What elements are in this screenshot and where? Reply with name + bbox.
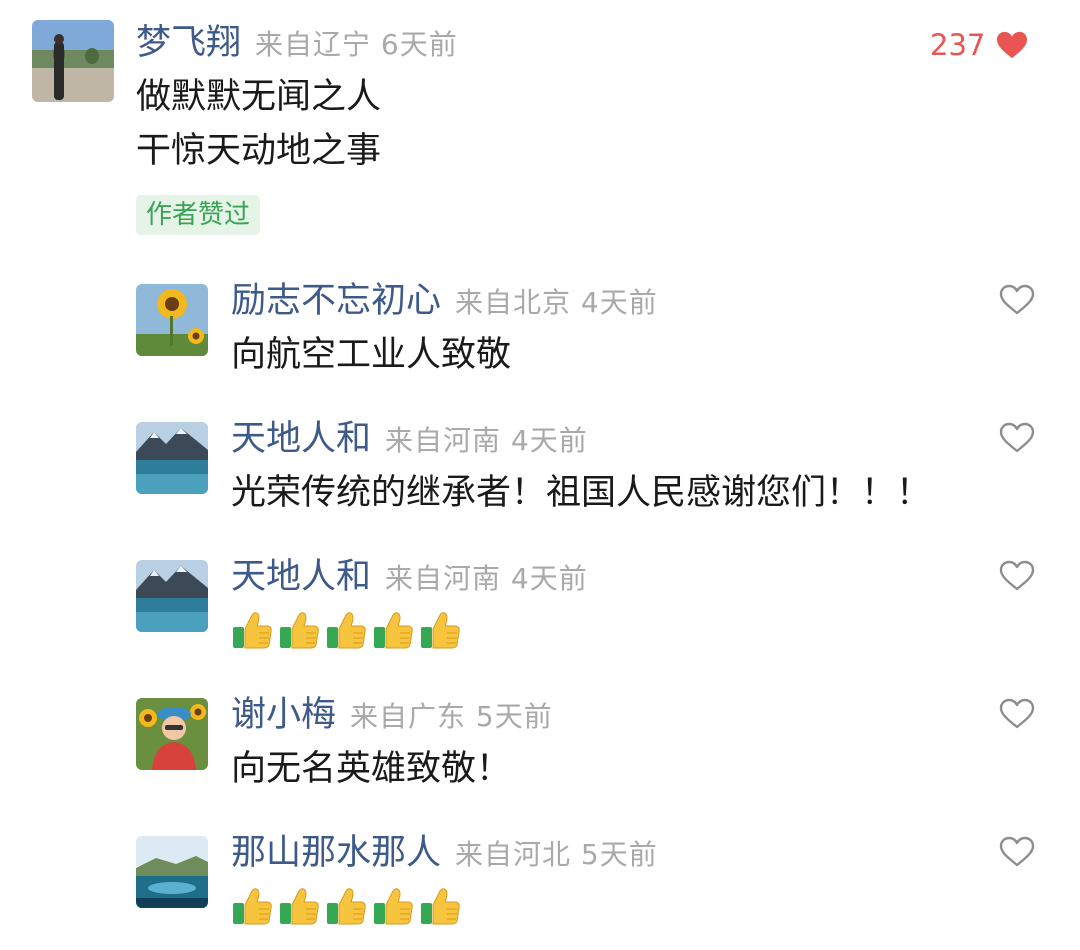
thumbs-up-icon — [278, 610, 320, 650]
reply-meta: 来自河南 4天前 — [385, 424, 588, 457]
thumbs-up-icon — [231, 610, 273, 650]
thumbs-up-emoji-row — [231, 886, 461, 926]
reply-text: 向无名英雄致敬！ — [231, 749, 512, 789]
comment-username[interactable]: 梦飞翔 来自辽宁 6天前 — [136, 26, 458, 61]
reply-username[interactable]: 天地人和 来自河南 4天前 — [231, 560, 588, 595]
avatar[interactable] — [136, 422, 208, 494]
username-text[interactable]: 励志不忘初心 — [231, 281, 441, 321]
thumbs-up-icon — [372, 610, 414, 650]
reply-username[interactable]: 天地人和 来自河南 4天前 — [231, 422, 588, 457]
username-text[interactable]: 梦飞翔 — [136, 23, 241, 63]
thumbs-up-icon — [325, 886, 367, 926]
like-count: 237 — [930, 28, 986, 62]
username-text[interactable]: 天地人和 — [231, 557, 371, 597]
thumbs-up-emoji-row — [231, 610, 461, 650]
like-heart-icon[interactable] — [999, 836, 1035, 868]
reply-meta: 来自广东 5天前 — [350, 700, 553, 733]
avatar[interactable] — [136, 560, 208, 632]
thumbs-up-icon — [419, 610, 461, 650]
like-heart-icon[interactable] — [999, 560, 1035, 592]
avatar[interactable] — [136, 836, 208, 908]
like-heart-icon[interactable] — [999, 284, 1035, 316]
username-text[interactable]: 天地人和 — [231, 419, 371, 459]
heart-filled-icon[interactable] — [995, 30, 1029, 60]
thumbs-up-icon — [419, 886, 461, 926]
comment-meta: 来自辽宁 6天前 — [255, 28, 458, 61]
avatar[interactable] — [32, 20, 114, 102]
thumbs-up-icon — [231, 886, 273, 926]
reply-meta: 来自北京 4天前 — [455, 286, 658, 319]
avatar[interactable] — [136, 698, 208, 770]
thumbs-up-icon — [372, 886, 414, 926]
like-button[interactable]: 237 — [930, 27, 1029, 63]
reply-username[interactable]: 谢小梅 来自广东 5天前 — [231, 698, 553, 733]
avatar[interactable] — [136, 284, 208, 356]
username-text[interactable]: 谢小梅 — [231, 695, 336, 735]
username-text[interactable]: 那山那水那人 — [231, 833, 441, 873]
reply-meta: 来自河北 5天前 — [455, 838, 658, 871]
like-heart-icon[interactable] — [999, 698, 1035, 730]
comment-text-line: 做默默无闻之人 — [136, 77, 382, 117]
reply-text: 向航空工业人致敬 — [231, 335, 512, 375]
thumbs-up-icon — [325, 610, 367, 650]
comment-text-line: 干惊天动地之事 — [136, 131, 382, 171]
author-liked-badge: 作者赞过 — [136, 195, 261, 235]
reply-username[interactable]: 那山那水那人 来自河北 5天前 — [231, 836, 658, 871]
reply-text: 光荣传统的继承者！祖国人民感谢您们！！！ — [231, 473, 932, 513]
reply-username[interactable]: 励志不忘初心 来自北京 4天前 — [231, 284, 658, 319]
reply-meta: 来自河南 4天前 — [385, 562, 588, 595]
like-heart-icon[interactable] — [999, 422, 1035, 454]
thumbs-up-icon — [278, 886, 320, 926]
